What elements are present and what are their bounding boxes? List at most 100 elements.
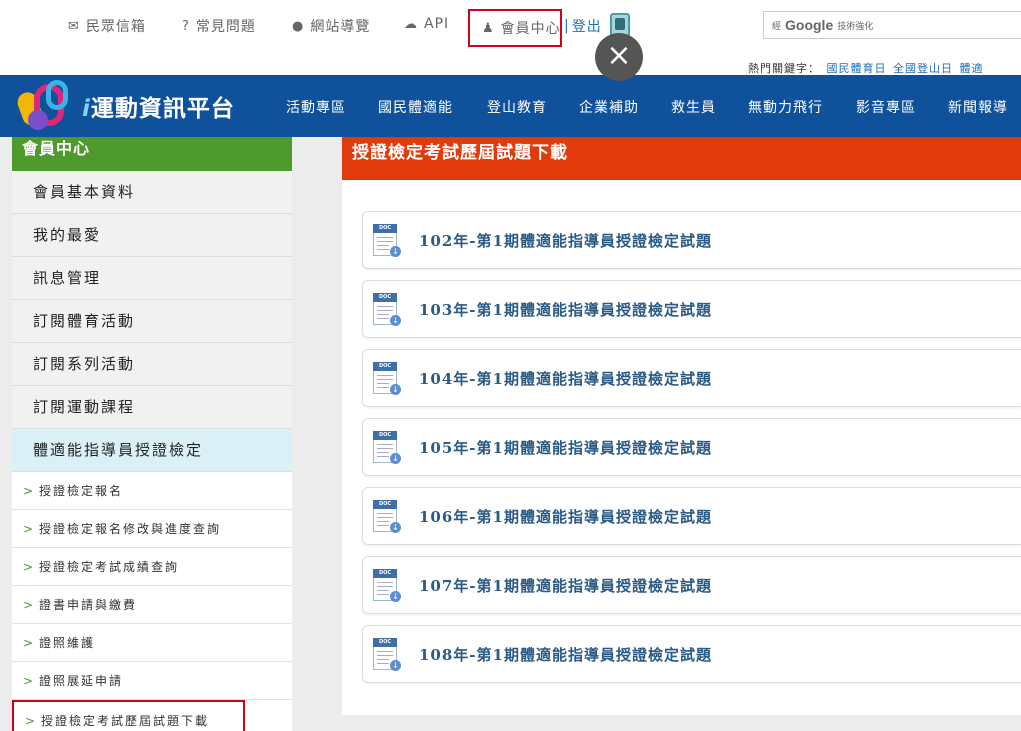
sidebar-item-subscribe-courses[interactable]: 訂閱運動課程: [12, 386, 292, 429]
sub-item-label: 證書申請與繳費: [39, 598, 138, 612]
logout-link[interactable]: | 登出: [564, 16, 602, 36]
download-item-label[interactable]: 108年-第1期體適能指導員授證檢定試題: [419, 644, 712, 665]
sub-item-label: 授證檢定考試成績查詢: [39, 560, 180, 574]
google-logo: Google: [785, 17, 834, 33]
download-icon: ↓: [390, 522, 401, 533]
download-icon: ↓: [390, 315, 401, 326]
search-prefix: 經: [772, 21, 782, 32]
chevron-right-icon: >: [23, 636, 36, 650]
download-list: DOC ↓ 102年-第1期體適能指導員授證檢定試題 DOC ↓ 103年-第1期體適能指…: [362, 211, 1021, 694]
doc-file-icon: DOC ↓: [373, 224, 401, 258]
sidebar-title: 會員中心: [12, 137, 292, 171]
sub-item-label: 證照展延申請: [39, 674, 124, 688]
member-center-label: 會員中心: [500, 21, 561, 37]
page-title: 授證檢定考試歷屆試題下載: [342, 137, 1021, 180]
sidebar-item-profile[interactable]: 會員基本資料: [12, 171, 292, 214]
hot-keyword-link[interactable]: 全國登山日: [893, 62, 953, 75]
sidebar-item-certification[interactable]: 體適能指導員授證檢定: [12, 429, 292, 472]
nav-item-activities[interactable]: 活動專區: [286, 97, 346, 117]
sub-item-license-extension[interactable]: > 證照展延申請: [12, 662, 292, 700]
close-icon[interactable]: ×: [595, 33, 643, 81]
sub-item-registration[interactable]: > 授證檢定報名: [12, 472, 292, 510]
faq-link[interactable]: ? 常見問題: [182, 16, 256, 36]
download-item[interactable]: DOC ↓ 108年-第1期體適能指導員授證檢定試題: [362, 625, 1021, 683]
faq-label: 常見問題: [195, 19, 256, 35]
nav-item-news[interactable]: 新聞報導: [948, 97, 1008, 117]
download-icon: ↓: [390, 384, 401, 395]
nav-item-mountaineering[interactable]: 登山教育: [487, 97, 547, 117]
doc-file-icon: DOC ↓: [373, 293, 401, 327]
top-utility-bar: ✉ 民眾信箱 ? 常見問題 ● 網站導覽 ☁ API ♟ 會員中心 | 登出 經…: [0, 0, 1021, 75]
doc-file-icon: DOC ↓: [373, 362, 401, 396]
download-item-label[interactable]: 106年-第1期體適能指導員授證檢定試題: [419, 506, 712, 527]
download-item[interactable]: DOC ↓ 103年-第1期體適能指導員授證檢定試題: [362, 280, 1021, 338]
doc-file-icon: DOC ↓: [373, 638, 401, 672]
sub-item-label: 授證檢定報名: [39, 484, 124, 498]
sidebar-item-subscribe-series[interactable]: 訂閱系列活動: [12, 343, 292, 386]
hot-keywords: 熱門關鍵字： 國民體育日 全國登山日 體適: [748, 60, 984, 76]
main-content: 授證檢定考試歷屆試題下載 DOC ↓ 102年-第1期體適能指導員授證檢定試題 DOC…: [342, 137, 1021, 715]
logo-mark-icon: [14, 80, 76, 132]
nav-item-enterprise-subsidy[interactable]: 企業補助: [579, 97, 639, 117]
nav-item-lifeguard[interactable]: 救生員: [671, 97, 716, 117]
search-suffix: 技術強化: [837, 21, 874, 32]
user-icon: ♟: [482, 20, 495, 36]
sub-item-label: 授證檢定考試歷屆試題下載: [41, 714, 210, 728]
cloud-icon: ☁: [404, 16, 418, 32]
google-search-input[interactable]: 經 Google 技術強化: [763, 11, 1021, 39]
chevron-right-icon: >: [23, 484, 36, 498]
logout-label: 登出: [571, 19, 602, 35]
download-item[interactable]: DOC ↓ 102年-第1期體適能指導員授證檢定試題: [362, 211, 1021, 269]
download-item[interactable]: DOC ↓ 106年-第1期體適能指導員授證檢定試題: [362, 487, 1021, 545]
chevron-right-icon: >: [25, 714, 38, 728]
download-item-label[interactable]: 103年-第1期體適能指導員授證檢定試題: [419, 299, 712, 320]
download-item-label[interactable]: 105年-第1期體適能指導員授證檢定試題: [419, 437, 712, 458]
download-item[interactable]: DOC ↓ 107年-第1期體適能指導員授證檢定試題: [362, 556, 1021, 614]
sub-item-label: 證照維護: [39, 636, 96, 650]
nav-item-unpowered-flight[interactable]: 無動力飛行: [748, 97, 823, 117]
download-item-label[interactable]: 107年-第1期體適能指導員授證檢定試題: [419, 575, 712, 596]
download-icon: ↓: [390, 660, 401, 671]
chevron-right-icon: >: [23, 598, 36, 612]
logo-text: i運動資訊平台: [82, 96, 235, 122]
chevron-right-icon: >: [23, 674, 36, 688]
globe-icon: ●: [292, 18, 305, 34]
chevron-right-icon: >: [23, 522, 36, 536]
download-item-label[interactable]: 104年-第1期體適能指導員授證檢定試題: [419, 368, 712, 389]
sub-item-certificate-apply[interactable]: > 證書申請與繳費: [12, 586, 292, 624]
download-icon: ↓: [390, 453, 401, 464]
mailbox-label: 民眾信箱: [85, 19, 146, 35]
separator: |: [564, 18, 570, 34]
nav-item-video[interactable]: 影音專區: [856, 97, 916, 117]
doc-file-icon: DOC ↓: [373, 431, 401, 465]
hot-keyword-link[interactable]: 國民體育日: [827, 62, 887, 75]
sidebar-item-subscribe-sports[interactable]: 訂閱體育活動: [12, 300, 292, 343]
sidebar-item-messages[interactable]: 訊息管理: [12, 257, 292, 300]
site-logo[interactable]: i運動資訊平台: [14, 79, 235, 133]
hot-keyword-link[interactable]: 體適: [960, 62, 984, 75]
sub-item-registration-edit[interactable]: > 授證檢定報名修改與進度查詢: [12, 510, 292, 548]
download-icon: ↓: [390, 246, 401, 257]
api-link[interactable]: ☁ API: [404, 16, 449, 32]
download-item[interactable]: DOC ↓ 105年-第1期體適能指導員授證檢定試題: [362, 418, 1021, 476]
main-navbar: i運動資訊平台 活動專區 國民體適能 登山教育 企業補助 救生員 無動力飛行 影…: [0, 75, 1021, 137]
doc-file-icon: DOC ↓: [373, 569, 401, 603]
question-icon: ?: [182, 18, 190, 34]
nav-item-fitness[interactable]: 國民體適能: [378, 97, 453, 117]
sub-item-score-query[interactable]: > 授證檢定考試成績查詢: [12, 548, 292, 586]
sub-item-label: 授證檢定報名修改與進度查詢: [39, 522, 222, 536]
download-icon: ↓: [390, 591, 401, 602]
member-sidebar: 會員中心 會員基本資料 我的最愛 訊息管理 訂閱體育活動 訂閱系列活動 訂閱運動…: [12, 137, 292, 731]
download-item-label[interactable]: 102年-第1期體適能指導員授證檢定試題: [419, 230, 712, 251]
chevron-right-icon: >: [23, 560, 36, 574]
mailbox-link[interactable]: ✉ 民眾信箱: [68, 16, 146, 36]
download-item[interactable]: DOC ↓ 104年-第1期體適能指導員授證檢定試題: [362, 349, 1021, 407]
mail-icon: ✉: [68, 18, 80, 34]
api-label: API: [424, 16, 450, 32]
sitemap-link[interactable]: ● 網站導覽: [292, 16, 370, 36]
member-center-link[interactable]: ♟ 會員中心: [468, 9, 562, 47]
sidebar-item-favorites[interactable]: 我的最愛: [12, 214, 292, 257]
sitemap-label: 網站導覽: [310, 19, 371, 35]
sub-item-license-maintenance[interactable]: > 證照維護: [12, 624, 292, 662]
sub-item-past-exams-download[interactable]: > 授證檢定考試歷屆試題下載: [12, 700, 245, 731]
